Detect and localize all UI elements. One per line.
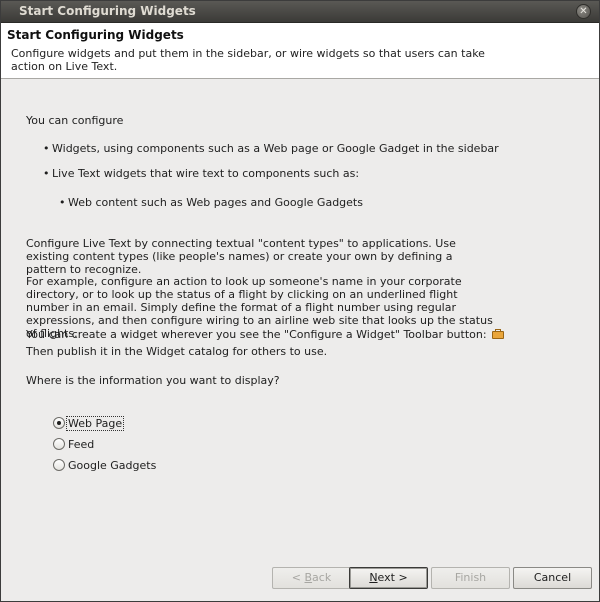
back-prefix: < (291, 571, 305, 584)
radio-label-google-gadgets[interactable]: Google Gadgets (67, 459, 157, 472)
finish-button[interactable]: Finish (431, 567, 510, 589)
close-icon[interactable]: ✕ (576, 4, 591, 19)
page-description: Configure widgets and put them in the si… (11, 47, 485, 73)
intro-text: You can configure (26, 114, 124, 127)
radio-web-page[interactable] (53, 417, 65, 429)
toolbar-line-text: You can create a widget wherever you see… (26, 328, 487, 341)
page-title: Start Configuring Widgets (7, 28, 184, 42)
bullet-widgets: Widgets, using components such as a Web … (52, 142, 499, 155)
next-button[interactable]: Next > (349, 567, 428, 589)
wizard-dialog: Start Configuring Widgets ✕ Start Config… (0, 0, 600, 602)
bullet-marker: • (43, 142, 50, 155)
title-bar[interactable]: Start Configuring Widgets ✕ (1, 1, 599, 23)
radio-feed[interactable] (53, 438, 65, 450)
next-rest: ext > (377, 571, 408, 584)
radio-label-feed[interactable]: Feed (67, 438, 95, 451)
window-title: Start Configuring Widgets (19, 4, 196, 18)
next-mnemonic: N (369, 571, 378, 584)
back-mnemonic: B (304, 571, 313, 584)
bullet-marker: • (59, 196, 66, 209)
radio-google-gadgets[interactable] (53, 459, 65, 471)
wizard-content: You can configure • Widgets, using compo… (1, 80, 599, 550)
publish-line: Then publish it in the Widget catalog fo… (26, 345, 328, 358)
question-text: Where is the information you want to dis… (26, 374, 280, 387)
cancel-button[interactable]: Cancel (513, 567, 592, 589)
toolbar-line: You can create a widget wherever you see… (26, 328, 506, 341)
bullet-live-text: Live Text widgets that wire text to comp… (52, 167, 360, 180)
sub-bullet-web-content: Web content such as Web pages and Google… (68, 196, 363, 209)
paragraph-live-text: Configure Live Text by connecting textua… (26, 237, 456, 276)
back-rest: ack (312, 571, 332, 584)
bullet-marker: • (43, 167, 50, 180)
back-button[interactable]: < Back (272, 567, 351, 589)
wizard-header: Start Configuring Widgets Configure widg… (1, 23, 599, 79)
briefcase-icon (492, 329, 505, 339)
radio-label-web-page[interactable]: Web Page (65, 416, 125, 431)
